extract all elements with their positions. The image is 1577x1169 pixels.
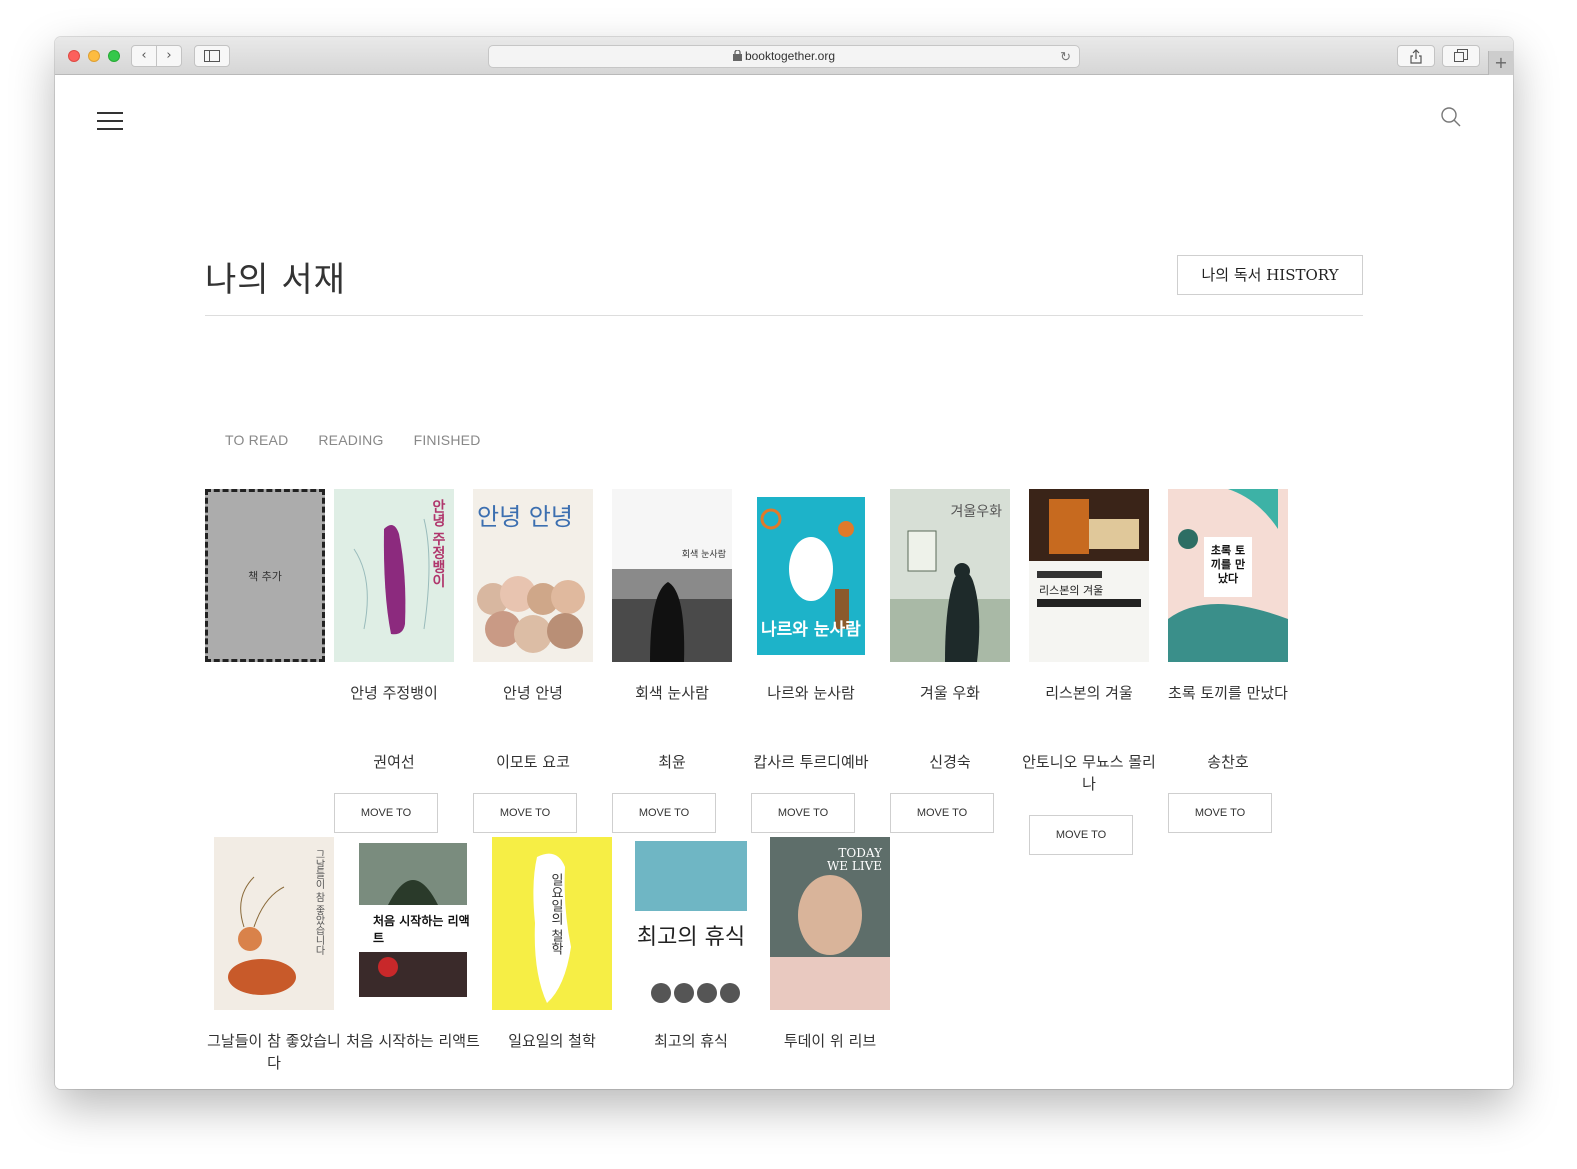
book-card: 회색 눈사람 회색 눈사람 최윤 MOVE TO xyxy=(612,489,732,833)
book-card: 나르와 눈사람 나르와 눈사람 캅사르 투르디예바 MOVE TO xyxy=(751,489,871,833)
book-title: 겨울 우화 xyxy=(920,684,980,702)
shelf-tabs: TO READ READING FINISHED xyxy=(225,432,511,448)
book-title: 나르와 눈사람 xyxy=(767,684,855,702)
book-card: 안녕 안녕 안녕 안녕 이모토 요코 MOVE TO xyxy=(473,489,593,833)
url-text: booktogether.org xyxy=(744,49,836,63)
book-cover[interactable]: 안녕 안녕 xyxy=(473,489,593,662)
book-cover[interactable]: TODAY WE LIVE xyxy=(770,837,890,1010)
tabs-icon xyxy=(1454,49,1468,62)
book-cover[interactable]: 겨울우화 xyxy=(890,489,1010,662)
menu-button[interactable] xyxy=(97,112,123,132)
move-to-button[interactable]: MOVE TO xyxy=(473,793,577,833)
book-author: 신경숙 xyxy=(929,753,971,771)
search-icon[interactable] xyxy=(1440,106,1462,128)
move-to-button[interactable]: MOVE TO xyxy=(890,793,994,833)
close-window-button[interactable] xyxy=(68,50,80,62)
add-book-button[interactable]: 책 추가 xyxy=(205,489,325,662)
cover-title: 그날들이 참 좋았습니다 xyxy=(313,849,324,956)
book-cover[interactable]: 일요일의 철학 xyxy=(492,837,612,1010)
add-book-label: 책 추가 xyxy=(248,569,282,583)
book-title: 처음 시작하는 리액트 xyxy=(346,1032,480,1050)
cover-title: 겨울우화 xyxy=(950,504,1002,520)
move-to-button[interactable]: MOVE TO xyxy=(1029,815,1133,855)
book-card: 그날들이 참 좋았습니다 그날들이 참 좋았습니다 xyxy=(207,837,341,1072)
cover-title: 회색 눈사람 xyxy=(681,550,726,560)
book-card: TODAY WE LIVE 투데이 위 리브 xyxy=(770,837,890,1050)
cover-title: 안녕 안녕 xyxy=(477,503,573,531)
new-tab-button[interactable]: + xyxy=(1488,51,1513,75)
share-button[interactable] xyxy=(1397,45,1435,67)
back-button[interactable]: ‹ xyxy=(131,45,157,67)
cover-title: 처음 시작하는 리액트 xyxy=(373,914,470,945)
chevron-left-icon: ‹ xyxy=(141,48,147,63)
book-title: 안녕 주정뱅이 xyxy=(350,684,438,702)
plus-icon: + xyxy=(1494,53,1508,72)
chevron-right-icon: › xyxy=(166,48,172,63)
move-to-button[interactable]: MOVE TO xyxy=(1168,793,1272,833)
book-title: 일요일의 철학 xyxy=(508,1032,596,1050)
book-author: 권여선 xyxy=(373,753,415,771)
share-icon xyxy=(1410,49,1422,64)
book-author: 안토니오 무뇨스 몰리나 xyxy=(1022,753,1156,793)
cover-title: 최고의 휴식 xyxy=(636,925,746,950)
page-title: 나의 서재 xyxy=(205,260,346,300)
title-divider xyxy=(205,315,1363,316)
zoom-window-button[interactable] xyxy=(108,50,120,62)
tab-reading[interactable]: READING xyxy=(318,432,383,448)
book-cover[interactable]: 최고의 휴식 xyxy=(631,837,751,1010)
book-card: 최고의 휴식 최고의 휴식 xyxy=(631,837,751,1050)
tab-finished[interactable]: FINISHED xyxy=(414,432,481,448)
cover-title: 리스본의 겨울 xyxy=(1039,584,1104,597)
add-book-card[interactable]: 책 추가 xyxy=(205,489,325,662)
book-title: 최고의 휴식 xyxy=(654,1032,728,1050)
book-cover[interactable]: 그날들이 참 좋았습니다 xyxy=(214,837,334,1010)
book-cover[interactable]: 리스본의 겨울 xyxy=(1029,489,1149,662)
tab-to-read[interactable]: TO READ xyxy=(225,432,288,448)
cover-title: TODAY WE LIVE xyxy=(826,846,882,873)
page-content: 나의 서재 나의 독서 HISTORY TO READ READING FINI… xyxy=(55,76,1513,1089)
book-card: 초록 토끼를 만났다 초록 토끼를 만났다 송찬호 MOVE TO xyxy=(1168,489,1288,833)
book-author: 최윤 xyxy=(658,753,686,771)
book-cover[interactable]: 처음 시작하는 리액트 xyxy=(353,837,473,1010)
book-cover[interactable]: 회색 눈사람 xyxy=(612,489,732,662)
cover-title: 초록 토끼를 만났다 xyxy=(1210,544,1246,585)
browser-window: ‹ › booktogether.org ↻ + 나의 서재 나의 독서 HIS… xyxy=(55,37,1513,1089)
book-title: 투데이 위 리브 xyxy=(783,1032,877,1050)
book-card: 겨울우화 겨울 우화 신경숙 MOVE TO xyxy=(890,489,1010,833)
book-card: 리스본의 겨울 리스본의 겨울 안토니오 무뇨스 몰리나 MOVE TO xyxy=(1022,489,1156,855)
book-author: 캅사르 투르디예바 xyxy=(753,753,869,771)
book-card: 일요일의 철학 일요일의 철학 xyxy=(492,837,612,1050)
reading-history-button[interactable]: 나의 독서 HISTORY xyxy=(1177,255,1363,295)
move-to-button[interactable]: MOVE TO xyxy=(751,793,855,833)
hamburger-icon xyxy=(97,112,123,114)
sidebar-toggle-button[interactable] xyxy=(194,45,230,67)
book-title: 그날들이 참 좋았습니다 xyxy=(207,1032,341,1072)
book-card: 안녕 주정뱅이 안녕 주정뱅이 권여선 MOVE TO xyxy=(334,489,454,833)
book-card: 처음 시작하는 리액트 처음 시작하는 리액트 xyxy=(346,837,480,1050)
move-to-button[interactable]: MOVE TO xyxy=(612,793,716,833)
book-author: 이모토 요코 xyxy=(496,753,570,771)
book-title: 회색 눈사람 xyxy=(635,684,709,702)
book-title: 안녕 안녕 xyxy=(503,684,563,702)
address-bar[interactable]: booktogether.org ↻ xyxy=(488,45,1080,68)
cover-title: 나르와 눈사람 xyxy=(761,620,861,640)
book-title: 리스본의 겨울 xyxy=(1045,684,1133,702)
reload-icon[interactable]: ↻ xyxy=(1060,46,1071,67)
minimize-window-button[interactable] xyxy=(88,50,100,62)
cover-title: 일요일의 철학 xyxy=(548,873,563,956)
book-author: 송찬호 xyxy=(1207,753,1249,771)
cover-title: 안녕 주정뱅이 xyxy=(430,499,446,588)
browser-toolbar: ‹ › booktogether.org ↻ + xyxy=(55,37,1513,75)
cover-art xyxy=(612,569,732,662)
forward-button[interactable]: › xyxy=(156,45,182,67)
cover-art xyxy=(1029,489,1149,607)
lock-icon xyxy=(732,49,742,61)
book-title: 초록 토끼를 만났다 xyxy=(1168,684,1288,702)
sidebar-icon xyxy=(204,50,220,62)
book-cover[interactable]: 초록 토끼를 만났다 xyxy=(1168,489,1288,662)
book-cover[interactable]: 안녕 주정뱅이 xyxy=(334,489,454,662)
show-tabs-button[interactable] xyxy=(1442,45,1480,67)
book-cover[interactable]: 나르와 눈사람 xyxy=(751,489,871,662)
move-to-button[interactable]: MOVE TO xyxy=(334,793,438,833)
